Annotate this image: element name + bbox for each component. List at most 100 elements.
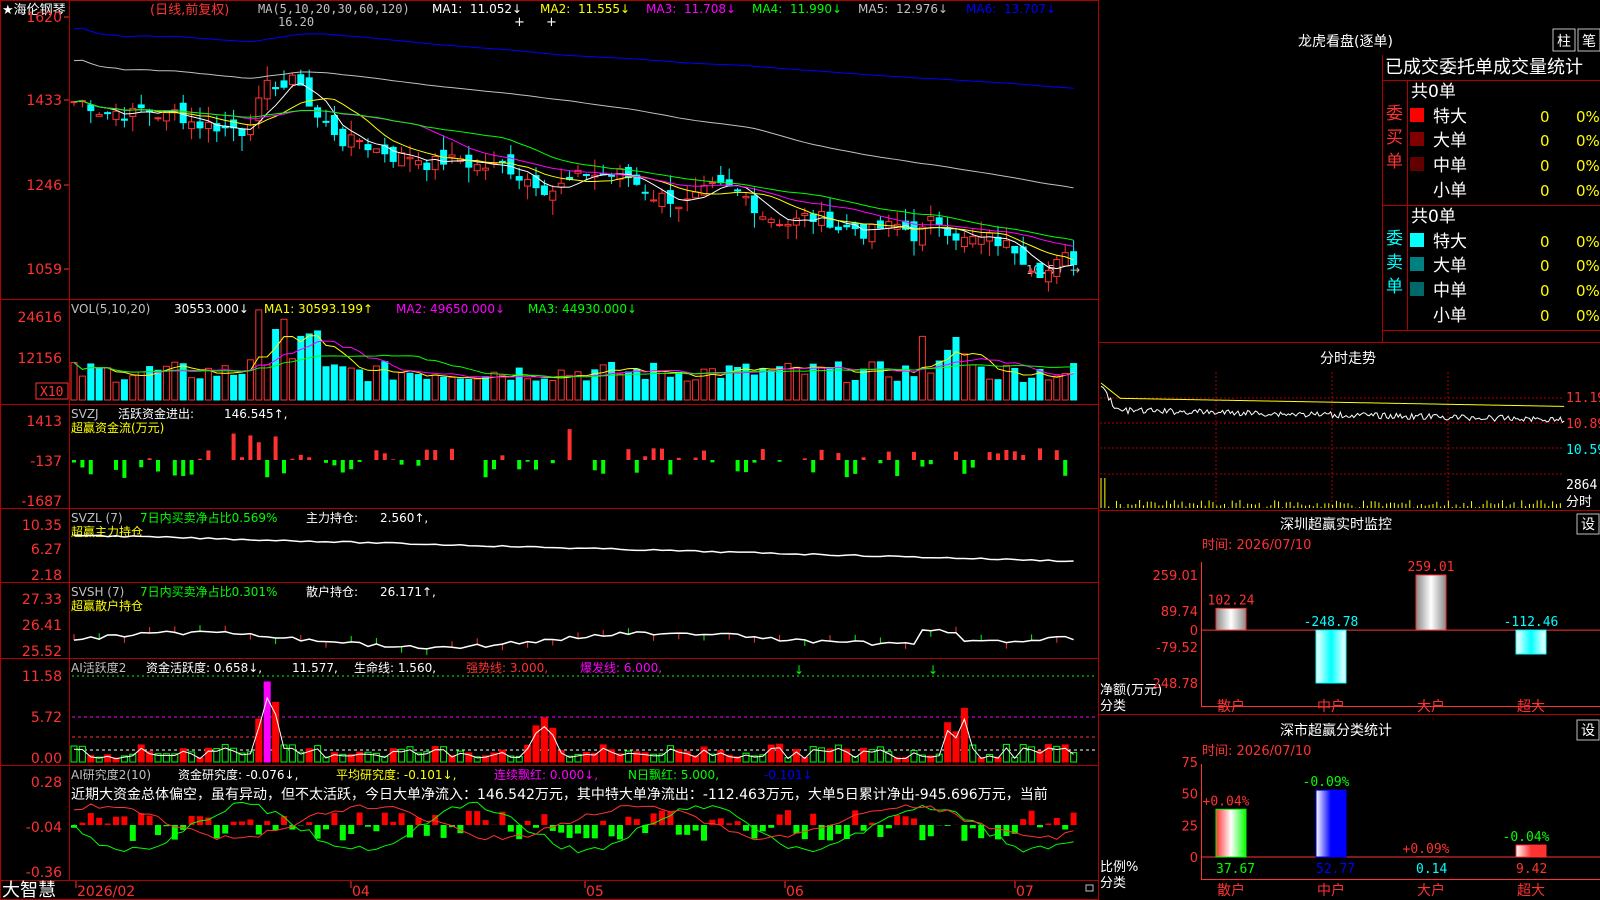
svzj-bar[interactable]: [324, 460, 328, 463]
ai-research-bar[interactable]: [87, 813, 94, 825]
vol-bar[interactable]: [246, 359, 254, 401]
vol-bar[interactable]: [792, 366, 800, 401]
vol-bar[interactable]: [347, 367, 355, 401]
svzj-bar[interactable]: [920, 460, 925, 467]
vol-bar[interactable]: [624, 371, 632, 401]
svzj-bar[interactable]: [702, 450, 706, 460]
ai-research-bar[interactable]: [894, 815, 901, 825]
vol-bar[interactable]: [1061, 372, 1069, 401]
svzj-bar[interactable]: [744, 460, 748, 473]
candle[interactable]: [104, 112, 112, 115]
svzj-bar[interactable]: [1054, 450, 1059, 460]
ai-research-bar[interactable]: [121, 816, 128, 825]
vol-bar[interactable]: [717, 377, 725, 401]
ai-research-bar[interactable]: [213, 825, 220, 839]
svzj-bar[interactable]: [550, 460, 555, 464]
svzj-bar[interactable]: [416, 460, 421, 466]
ai-research-bar[interactable]: [516, 825, 523, 840]
candle[interactable]: [918, 226, 926, 246]
svzj-bar[interactable]: [525, 460, 530, 462]
candle[interactable]: [498, 160, 506, 163]
ai-research-bar[interactable]: [566, 825, 573, 838]
vol-bar[interactable]: [532, 380, 540, 401]
vol-bar[interactable]: [423, 378, 431, 401]
ai-research-bar[interactable]: [659, 810, 665, 825]
svzj-bar[interactable]: [878, 460, 883, 464]
svzj-bar[interactable]: [298, 454, 303, 460]
ai-research-bar[interactable]: [222, 825, 229, 834]
vol-bar[interactable]: [381, 361, 389, 401]
candle[interactable]: [776, 224, 784, 227]
dragon-tiger-panel[interactable]: 龙虎看盘(逐单) 柱 笔 已成交委托单成交量统计 委 买 单 共0单 委 卖 单…: [1298, 28, 1600, 326]
svzj-bar[interactable]: [156, 460, 160, 472]
candle[interactable]: [532, 175, 540, 189]
ai-active-bar[interactable]: [456, 750, 464, 763]
ai-research-bar[interactable]: [835, 825, 842, 834]
price-candles[interactable]: [70, 66, 1078, 292]
ai-research-bar[interactable]: [440, 825, 447, 838]
vol-bar[interactable]: [339, 366, 347, 401]
candle[interactable]: [414, 160, 422, 166]
classify-bar[interactable]: [1515, 844, 1547, 858]
svzj-bar[interactable]: [895, 460, 900, 476]
candle[interactable]: [255, 97, 263, 122]
vol-bar[interactable]: [213, 375, 221, 401]
candle[interactable]: [87, 104, 95, 112]
vol-bar[interactable]: [440, 376, 448, 401]
ai-research-bar[interactable]: [398, 813, 405, 825]
ai-research-bar[interactable]: [264, 821, 271, 825]
vol-bar[interactable]: [238, 373, 246, 401]
candle[interactable]: [524, 178, 532, 187]
svzj-bar[interactable]: [198, 458, 202, 460]
event-marker-icon[interactable]: +: [546, 15, 557, 30]
ai-research-bar[interactable]: [146, 815, 153, 825]
svzj-bar[interactable]: [391, 459, 396, 460]
ai-active-bar[interactable]: [389, 748, 397, 763]
candle[interactable]: [734, 189, 742, 192]
candle[interactable]: [935, 217, 943, 225]
ai-research-bar[interactable]: [675, 825, 682, 835]
vol-bar[interactable]: [406, 372, 414, 401]
vol-bar[interactable]: [725, 365, 733, 401]
ai-active-bar[interactable]: [960, 707, 968, 763]
ai-active-bar[interactable]: [910, 750, 918, 763]
ai-research-panel[interactable]: AI研究度2(10) 资金研究度: -0.076↓, 平均研究度: -0.101…: [26, 767, 1077, 881]
svzj-bar[interactable]: [760, 449, 765, 460]
ai-active-bar[interactable]: [431, 746, 439, 763]
ai-research-bar[interactable]: [381, 812, 388, 825]
ai-research-bar[interactable]: [1070, 812, 1077, 825]
ai-research-bar[interactable]: [1037, 825, 1043, 828]
svzj-bar[interactable]: [928, 460, 933, 465]
candle[interactable]: [650, 199, 658, 202]
ai-active-bar[interactable]: [776, 743, 784, 763]
candle[interactable]: [288, 74, 296, 85]
ai-research-bar[interactable]: [113, 816, 119, 825]
ai-active-bar[interactable]: [78, 745, 86, 763]
ai-research-bar[interactable]: [768, 825, 775, 828]
candle[interactable]: [977, 236, 985, 245]
ai-research-bar[interactable]: [583, 825, 590, 839]
ai-research-bar[interactable]: [827, 825, 833, 841]
ai-active-bar[interactable]: [1061, 744, 1069, 763]
candle[interactable]: [1028, 270, 1036, 273]
svzj-bar[interactable]: [735, 460, 740, 472]
candle[interactable]: [708, 182, 716, 185]
svzj-bar[interactable]: [273, 436, 278, 460]
vol-bar[interactable]: [557, 369, 565, 401]
ai-research-bar[interactable]: [465, 811, 472, 825]
ai-research-bar[interactable]: [474, 811, 481, 825]
vol-bar[interactable]: [683, 380, 691, 401]
ai-research-bar[interactable]: [129, 825, 136, 841]
ai-research-bar[interactable]: [507, 825, 514, 832]
ai-research-bar[interactable]: [877, 825, 884, 838]
candle[interactable]: [927, 215, 935, 222]
ai-active-bar[interactable]: [221, 744, 229, 763]
candle[interactable]: [582, 173, 590, 176]
ai-research-bar[interactable]: [726, 823, 733, 825]
price-panel[interactable]: ★海伦钢琴 (日线,前复权) MA(5,10,20,30,60,120) MA1…: [2, 2, 1080, 292]
vol-bar[interactable]: [154, 369, 162, 401]
ai-research-bar[interactable]: [1028, 810, 1035, 825]
ai-research-bar[interactable]: [541, 814, 548, 825]
vol-bar[interactable]: [230, 374, 238, 401]
candle[interactable]: [860, 224, 868, 239]
